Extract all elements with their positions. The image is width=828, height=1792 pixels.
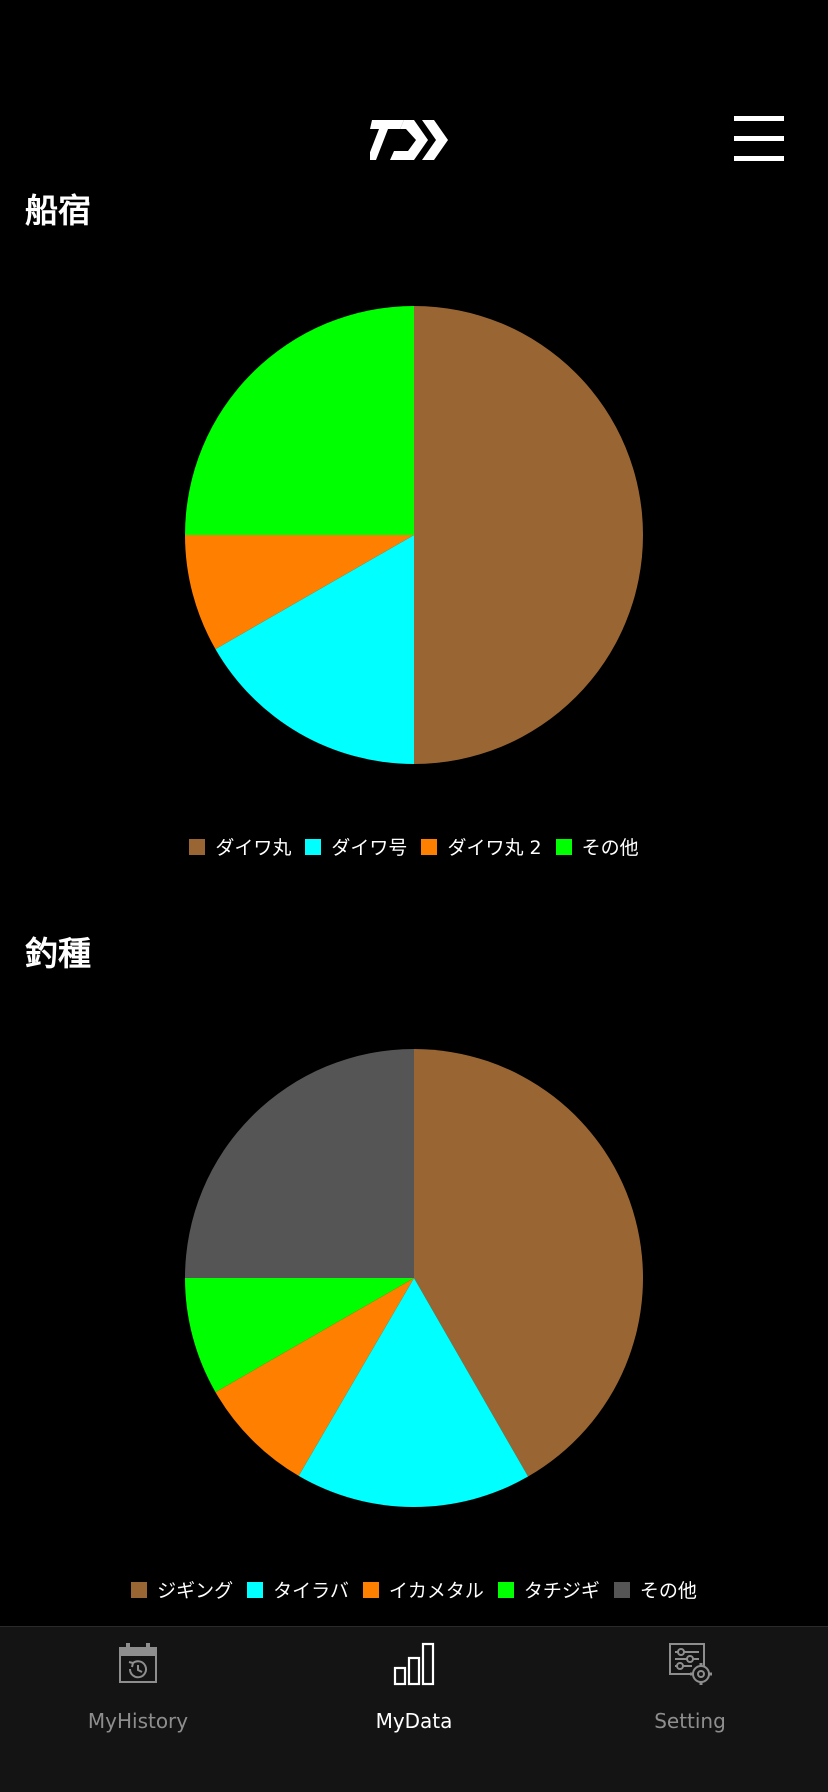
legend-swatch <box>555 838 572 855</box>
legend-fishing-type: ジギング タイラバ イカメタル タチジギ その他 <box>0 1576 828 1603</box>
legend-swatch <box>613 1581 630 1598</box>
section-title-boat-inn: 船宿 <box>25 191 91 230</box>
calendar-history-icon <box>119 1643 157 1683</box>
tab-label-myhistory: MyHistory <box>87 1709 189 1733</box>
tab-label-setting: Setting <box>654 1709 726 1733</box>
tab-mydata[interactable]: MyData <box>276 1627 552 1747</box>
legend-swatch <box>497 1581 514 1598</box>
legend-item: その他 <box>613 1576 697 1603</box>
hamburger-menu-button[interactable] <box>730 110 786 166</box>
legend-label: ジギング <box>157 1580 234 1602</box>
tab-label-mydata: MyData <box>375 1709 453 1733</box>
legend-swatch <box>131 1581 148 1598</box>
legend-item: タチジギ <box>497 1576 600 1603</box>
pie-chart-fishing-type <box>185 1049 643 1507</box>
hamburger-menu-icon <box>734 116 784 121</box>
legend-label: イカメタル <box>388 1580 484 1602</box>
legend-label: タチジギ <box>523 1580 600 1602</box>
legend-swatch <box>247 1581 264 1598</box>
tab-myhistory[interactable]: MyHistory <box>0 1627 276 1747</box>
legend-label: タイラバ <box>273 1580 349 1602</box>
bottom-tab-bar: MyHistory MyData Setting <box>0 1626 828 1792</box>
legend-swatch <box>305 838 322 855</box>
pie-chart-boat-inn <box>185 306 643 764</box>
legend-item: タイラバ <box>247 1576 349 1603</box>
pie-slice-4 <box>185 1049 414 1278</box>
legend-item: ジギング <box>131 1576 233 1603</box>
legend-label: ダイワ号 <box>331 837 408 859</box>
pie-slice-3 <box>185 306 414 535</box>
legend-swatch <box>421 838 438 855</box>
tab-setting[interactable]: Setting <box>552 1627 828 1747</box>
pie-slice-0 <box>414 306 643 764</box>
legend-item: その他 <box>555 833 639 860</box>
legend-swatch <box>362 1581 379 1598</box>
legend-boat-inn: ダイワ丸 ダイワ号 ダイワ丸 2 その他 <box>0 833 828 860</box>
hamburger-menu-icon <box>734 156 784 161</box>
settings-sliders-gear-icon <box>669 1643 712 1685</box>
app-screen: 船宿 ダイワ丸 ダイワ号 ダイワ丸 2 その他 釣種 ジギング タイラバ イカメタル タチジ… <box>0 0 828 1792</box>
daiwa-logo-icon[interactable] <box>370 116 456 164</box>
legend-label: ダイワ丸 <box>215 837 292 859</box>
legend-item: ダイワ丸 <box>189 833 291 860</box>
bar-chart-icon <box>393 1642 435 1686</box>
legend-item: ダイワ丸 2 <box>421 833 542 860</box>
legend-label: その他 <box>581 837 639 859</box>
legend-item: ダイワ号 <box>305 833 407 860</box>
hamburger-menu-icon <box>734 136 784 141</box>
legend-item: イカメタル <box>362 1576 484 1603</box>
legend-label: その他 <box>639 1580 697 1602</box>
legend-label: ダイワ丸 2 <box>447 837 542 859</box>
section-title-fishing-type: 釣種 <box>25 934 91 973</box>
legend-swatch <box>189 838 206 855</box>
